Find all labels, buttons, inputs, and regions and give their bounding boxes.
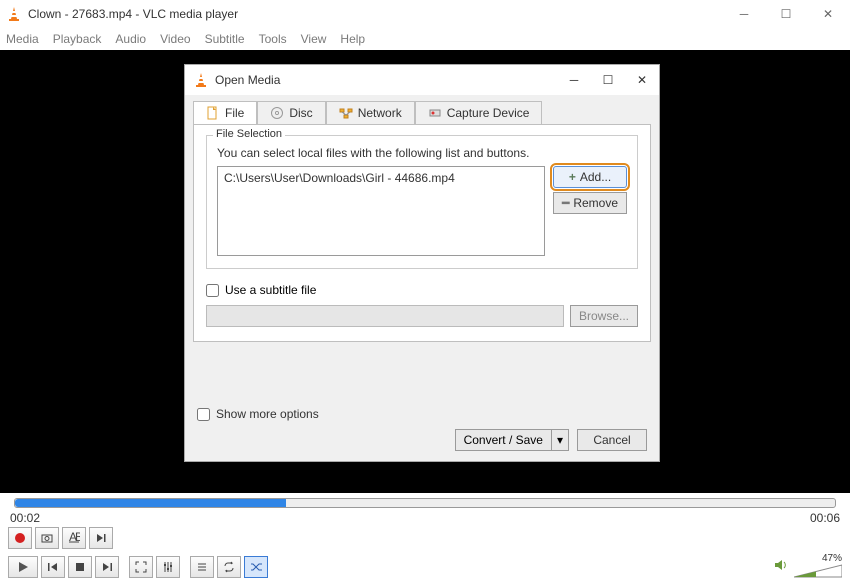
menu-subtitle[interactable]: Subtitle — [205, 32, 245, 46]
tab-capture[interactable]: Capture Device — [415, 101, 543, 124]
use-subtitle-row: Use a subtitle file — [206, 283, 638, 297]
file-icon — [206, 106, 220, 120]
dialog-maximize-button[interactable]: ☐ — [599, 73, 617, 87]
tab-disc[interactable]: Disc — [257, 101, 325, 124]
time-total: 00:06 — [810, 511, 840, 525]
tab-capture-label: Capture Device — [447, 106, 530, 120]
volume-slider[interactable] — [794, 564, 842, 580]
dialog-close-button[interactable]: ✕ — [633, 73, 651, 87]
menu-video[interactable]: Video — [160, 32, 190, 46]
playlist-button[interactable] — [190, 556, 214, 578]
close-button[interactable]: ✕ — [816, 7, 840, 21]
loop-ab-button[interactable]: AB — [62, 527, 86, 549]
remove-button[interactable]: ━ Remove — [553, 192, 627, 214]
subtitle-path-input — [206, 305, 564, 327]
menu-help[interactable]: Help — [340, 32, 365, 46]
menu-media[interactable]: Media — [6, 32, 39, 46]
browse-button-label: Browse... — [579, 309, 629, 323]
show-more-options-checkbox[interactable] — [197, 408, 210, 421]
play-button[interactable] — [8, 556, 38, 578]
extended-settings-button[interactable] — [156, 556, 180, 578]
minimize-button[interactable]: ─ — [732, 7, 756, 21]
file-selection-desc: You can select local files with the foll… — [217, 146, 627, 160]
open-media-dialog: Open Media ─ ☐ ✕ File Disc Network — [184, 64, 660, 462]
dialog-titlebar: Open Media ─ ☐ ✕ — [185, 65, 659, 95]
speaker-icon[interactable] — [774, 558, 788, 575]
menu-audio[interactable]: Audio — [115, 32, 146, 46]
maximize-button[interactable]: ☐ — [774, 7, 798, 21]
window-title: Clown - 27683.mp4 - VLC media player — [28, 7, 732, 21]
vlc-cone-icon — [193, 72, 209, 88]
file-selection-legend: File Selection — [213, 128, 285, 140]
file-list[interactable]: C:\Users\User\Downloads\Girl - 44686.mp4 — [217, 166, 545, 256]
cancel-button[interactable]: Cancel — [577, 429, 647, 451]
tab-file[interactable]: File — [193, 101, 257, 124]
record-button[interactable] — [8, 527, 32, 549]
menu-view[interactable]: View — [301, 32, 327, 46]
show-more-options-label: Show more options — [216, 407, 319, 421]
dialog-minimize-button[interactable]: ─ — [565, 73, 583, 87]
menu-bar: Media Playback Audio Video Subtitle Tool… — [0, 28, 850, 50]
chevron-down-icon[interactable]: ▾ — [552, 429, 569, 451]
next-button[interactable] — [95, 556, 119, 578]
capture-device-icon — [428, 106, 442, 120]
use-subtitle-checkbox[interactable] — [206, 284, 219, 297]
menu-playback[interactable]: Playback — [53, 32, 102, 46]
volume-percent: 47% — [822, 553, 842, 564]
menu-tools[interactable]: Tools — [259, 32, 287, 46]
view-group — [129, 556, 180, 578]
cancel-button-label: Cancel — [593, 433, 630, 447]
playback-group — [8, 556, 119, 578]
shuffle-button[interactable] — [244, 556, 268, 578]
frame-step-button[interactable] — [89, 527, 113, 549]
seek-bar[interactable] — [0, 493, 850, 509]
add-button-label: Add... — [580, 170, 611, 184]
tab-network[interactable]: Network — [326, 101, 415, 124]
playlist-group — [190, 556, 268, 578]
fullscreen-button[interactable] — [129, 556, 153, 578]
tab-disc-label: Disc — [289, 106, 312, 120]
time-current: 00:02 — [10, 511, 40, 525]
record-group: AB — [8, 527, 113, 549]
disc-icon — [270, 106, 284, 120]
stop-button[interactable] — [68, 556, 92, 578]
volume-control: 47% — [774, 553, 842, 580]
dialog-title: Open Media — [215, 73, 565, 87]
app-titlebar: Clown - 27683.mp4 - VLC media player ─ ☐… — [0, 0, 850, 28]
seek-progress — [15, 499, 286, 507]
minus-icon: ━ — [562, 196, 569, 210]
tab-network-label: Network — [358, 106, 402, 120]
add-button[interactable]: + Add... — [553, 166, 627, 188]
dialog-tabs: File Disc Network Capture Device — [193, 101, 651, 124]
window-controls: ─ ☐ ✕ — [732, 7, 840, 21]
show-more-options-row: Show more options — [197, 407, 319, 421]
video-area: Open Media ─ ☐ ✕ File Disc Network — [0, 50, 850, 493]
seek-track[interactable] — [14, 498, 836, 508]
use-subtitle-label: Use a subtitle file — [225, 283, 316, 297]
convert-save-button[interactable]: Convert / Save ▾ — [455, 429, 569, 451]
convert-save-label: Convert / Save — [455, 429, 552, 451]
network-icon — [339, 106, 353, 120]
remove-button-label: Remove — [573, 196, 618, 210]
loop-button[interactable] — [217, 556, 241, 578]
file-list-item[interactable]: C:\Users\User\Downloads\Girl - 44686.mp4 — [224, 171, 538, 185]
tab-file-label: File — [225, 106, 244, 120]
snapshot-button[interactable] — [35, 527, 59, 549]
file-selection-fieldset: File Selection You can select local file… — [206, 135, 638, 269]
previous-button[interactable] — [41, 556, 65, 578]
browse-button: Browse... — [570, 305, 638, 327]
tab-body: File Selection You can select local file… — [193, 124, 651, 342]
plus-icon: + — [569, 170, 576, 184]
vlc-cone-icon — [6, 6, 22, 22]
